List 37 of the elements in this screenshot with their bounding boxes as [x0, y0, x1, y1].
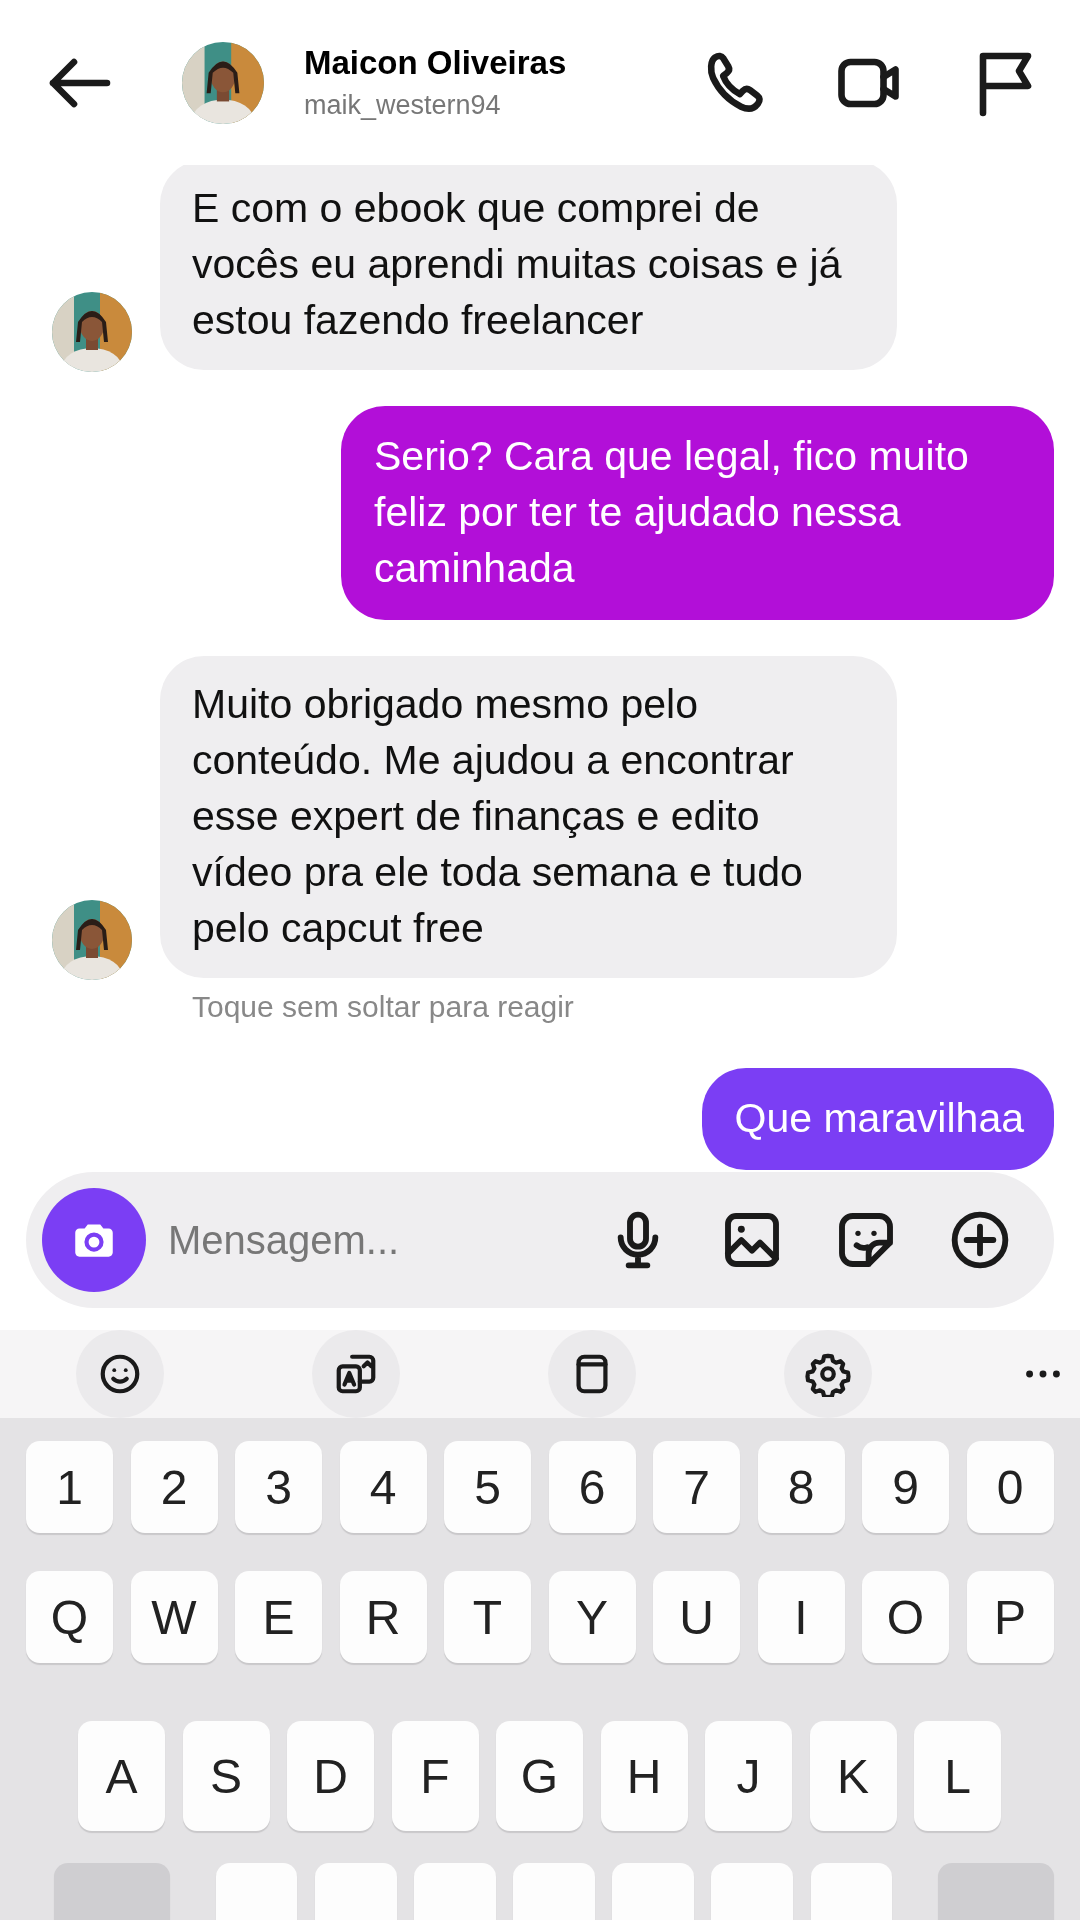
keyboard-key[interactable]: 6 [548, 1441, 636, 1533]
message-bubble[interactable]: E com o ebook que comprei de vocês eu aprendi muitas coisas e já estou fazendo freelancer [160, 165, 897, 370]
message-bubble[interactable]: Muito obrigado mesmo pelo conteúdo. Me ajudou a encontrar esse expert de finanças e edito vídeo pra ele toda semana e tudo pelo capcut free [160, 656, 897, 978]
contact-username: maik_western94 [304, 90, 502, 121]
message-bubble[interactable]: Que maravilhaa [701, 1068, 1054, 1170]
keyboard-key[interactable]: D [287, 1721, 374, 1831]
keyboard-key[interactable]: F [391, 1721, 479, 1831]
keyboard-key[interactable]: 3 [235, 1441, 322, 1533]
keyboard-key[interactable]: 0 [966, 1441, 1054, 1533]
keyboard-key[interactable]: O [862, 1571, 949, 1663]
keyboard-key[interactable]: G [496, 1721, 583, 1831]
keyboard-key[interactable]: U [653, 1571, 740, 1663]
keyboard-key[interactable]: A [78, 1721, 165, 1831]
keyboard-key[interactable]: 5 [444, 1441, 531, 1533]
keyboard-key[interactable]: W [130, 1571, 218, 1663]
keyboard-key[interactable]: S [182, 1721, 270, 1831]
keyboard-key[interactable]: K [809, 1721, 897, 1831]
keyboard-key[interactable]: R [339, 1571, 427, 1663]
keyboard-key[interactable]: Q [26, 1571, 113, 1663]
keyboard-key[interactable]: 8 [757, 1441, 845, 1533]
keyboard-key[interactable]: Y [548, 1571, 636, 1663]
message-field[interactable]: Mensagem... [166, 1216, 510, 1264]
keyboard-key[interactable]: T [444, 1571, 531, 1663]
keyboard-key[interactable]: I [757, 1571, 845, 1663]
keyboard-key[interactable]: 4 [339, 1441, 427, 1533]
keyboard-key[interactable]: J [705, 1721, 792, 1831]
contact-name: Maicon Oliveiras [304, 44, 567, 82]
keyboard-key[interactable]: P [966, 1571, 1054, 1663]
keyboard-key[interactable]: H [600, 1721, 688, 1831]
keyboard-key[interactable]: 2 [130, 1441, 218, 1533]
keyboard-key[interactable]: 7 [653, 1441, 740, 1533]
message-bubble[interactable]: Serio? Cara que legal, fico muito feliz por ter te ajudado nessa caminhada [341, 406, 1054, 620]
reaction-hint: Toque sem soltar para reagir [192, 990, 575, 1024]
keyboard-key[interactable]: 1 [26, 1441, 113, 1533]
keyboard-key[interactable]: L [914, 1721, 1001, 1831]
keyboard-key[interactable]: E [235, 1571, 322, 1663]
keyboard-key[interactable]: 9 [862, 1441, 949, 1533]
